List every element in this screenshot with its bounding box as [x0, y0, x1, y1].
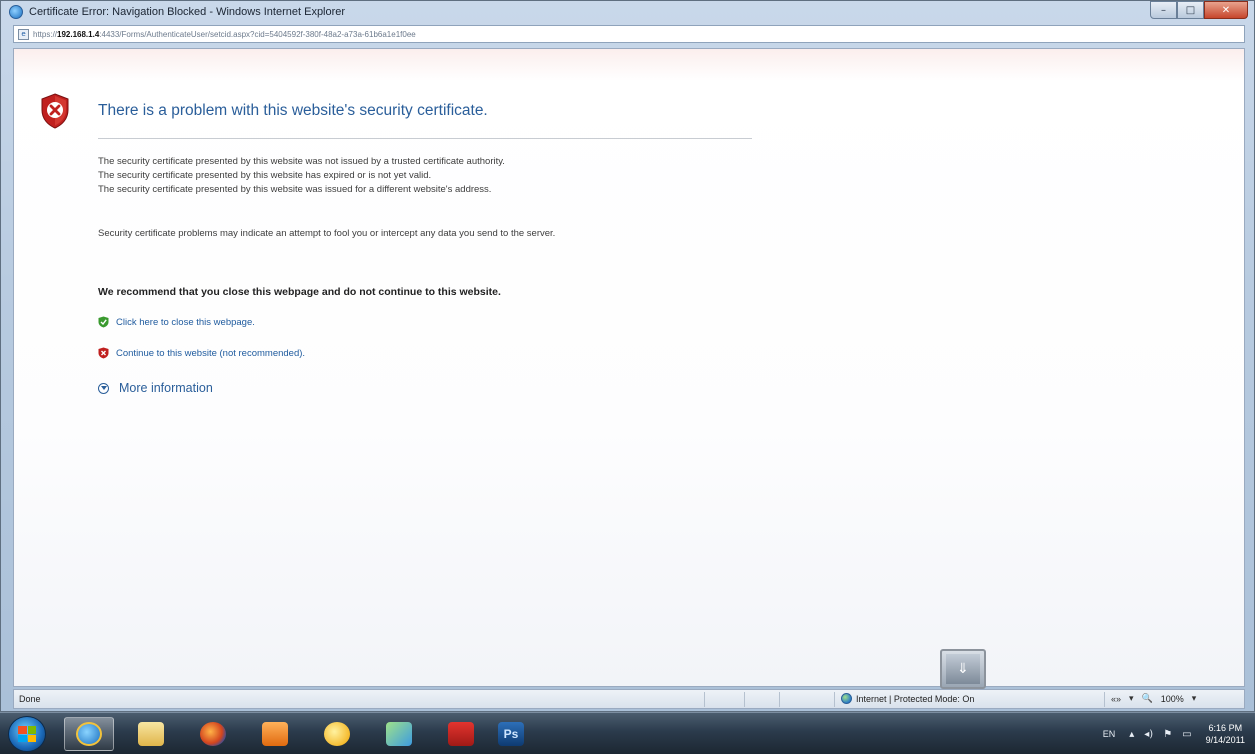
address-bar[interactable]: e https://192.168.1.4:4433/Forms/Authent… [13, 25, 1245, 43]
live-messenger-icon [386, 722, 412, 746]
download-overlay-button[interactable]: ⇓ [940, 649, 986, 689]
internet-explorer-icon [9, 5, 23, 19]
media-player-icon [262, 722, 288, 746]
shield-check-icon [98, 316, 109, 328]
security-zone-label: Internet | Protected Mode: On [856, 693, 975, 704]
heading-divider [98, 138, 752, 139]
status-tools: «» ▾ 🔍 100% ▾ [1111, 693, 1204, 704]
page-icon: e [18, 28, 29, 40]
taskbar-messenger[interactable] [312, 717, 362, 751]
status-divider [744, 692, 745, 707]
internet-explorer-icon [76, 722, 102, 746]
url-text[interactable]: https://192.168.1.4:4433/Forms/Authentic… [33, 30, 416, 39]
title-bar[interactable]: Certificate Error: Navigation Blocked - … [1, 1, 1254, 23]
reason-item: The security certificate presented by th… [98, 156, 505, 167]
more-information-toggle[interactable]: More information [98, 381, 213, 395]
status-divider [1104, 692, 1105, 707]
continue-website-link[interactable]: Continue to this website (not recommende… [98, 347, 305, 359]
firefox-icon [200, 722, 226, 746]
taskbar-windows-explorer[interactable] [126, 717, 176, 751]
zoom-level[interactable]: 100% [1161, 694, 1184, 704]
page-content: There is a problem with this website's s… [13, 48, 1245, 689]
compatibility-icon[interactable]: «» [1111, 694, 1121, 704]
reasons-list: The security certificate presented by th… [98, 155, 505, 197]
taskbar-firefox[interactable] [188, 717, 238, 751]
messenger-icon [324, 722, 350, 746]
clock-time: 6:16 PM [1208, 723, 1243, 733]
status-bar: Done Internet | Protected Mode: On «» ▾ … [13, 689, 1245, 709]
taskbar-media-player[interactable] [250, 717, 300, 751]
zoom-dropdown-icon[interactable]: ▾ [1192, 693, 1197, 704]
windows-logo-icon [18, 726, 36, 742]
window-controls: – □ ✕ [1150, 1, 1248, 21]
adobe-reader-icon [448, 722, 474, 746]
taskbar: Ps EN ▴ ◂) ⚑ ▭ 6:16 PM 9/14/2011 [0, 712, 1255, 754]
more-information-label[interactable]: More information [119, 381, 213, 395]
zoom-icon: 🔍 [1141, 693, 1153, 703]
status-divider [704, 692, 705, 707]
folder-icon [138, 722, 164, 746]
recommendation-text: We recommend that you close this webpage… [98, 286, 501, 298]
expand-icon [98, 382, 109, 394]
minimize-button[interactable]: – [1150, 1, 1177, 19]
url-path: :4433/Forms/AuthenticateUser/setcid.aspx… [99, 29, 416, 39]
action-center-flag-icon[interactable]: ⚑ [1163, 729, 1172, 740]
double-chevron-down-icon: ⇓ [946, 654, 980, 684]
show-hidden-icons-icon[interactable]: ▴ [1129, 729, 1134, 740]
url-prefix: https:// [33, 29, 58, 39]
clock[interactable]: 6:16 PM 9/14/2011 [1206, 722, 1245, 746]
taskbar-live-messenger[interactable] [374, 717, 424, 751]
warning-text: Security certificate problems may indica… [98, 228, 556, 239]
close-webpage-label[interactable]: Click here to close this webpage. [116, 317, 255, 328]
reason-item: The security certificate presented by th… [98, 184, 492, 195]
taskbar-internet-explorer[interactable] [64, 717, 114, 751]
clock-date: 9/14/2011 [1205, 735, 1245, 745]
volume-icon[interactable]: ◂) [1144, 729, 1153, 740]
window-title: Certificate Error: Navigation Blocked - … [29, 6, 346, 18]
compatibility-dropdown-icon[interactable]: ▾ [1129, 693, 1134, 704]
system-tray: EN ▴ ◂) ⚑ ▭ 6:16 PM 9/14/2011 [1103, 717, 1245, 751]
reason-item: The security certificate presented by th… [98, 170, 432, 181]
status-text: Done [19, 694, 41, 704]
taskbar-adobe-reader[interactable] [436, 717, 486, 751]
continue-website-label[interactable]: Continue to this website (not recommende… [116, 348, 305, 359]
taskbar-photoshop[interactable]: Ps [486, 717, 536, 751]
status-divider [779, 692, 780, 707]
network-icon[interactable]: ▭ [1182, 729, 1191, 740]
shield-error-icon [41, 93, 69, 129]
maximize-button[interactable]: □ [1177, 1, 1204, 19]
url-host: 192.168.1.4 [57, 29, 100, 39]
security-zone[interactable]: Internet | Protected Mode: On [841, 693, 974, 704]
browser-window: Certificate Error: Navigation Blocked - … [0, 0, 1255, 712]
language-indicator[interactable]: EN [1103, 729, 1116, 739]
close-button[interactable]: ✕ [1204, 1, 1248, 19]
close-webpage-link[interactable]: Click here to close this webpage. [98, 316, 255, 328]
status-divider [834, 692, 835, 707]
globe-icon [841, 693, 852, 704]
shield-error-small-icon [98, 347, 109, 359]
start-button[interactable] [8, 716, 46, 752]
photoshop-icon: Ps [498, 722, 524, 746]
page-heading: There is a problem with this website's s… [98, 102, 488, 119]
